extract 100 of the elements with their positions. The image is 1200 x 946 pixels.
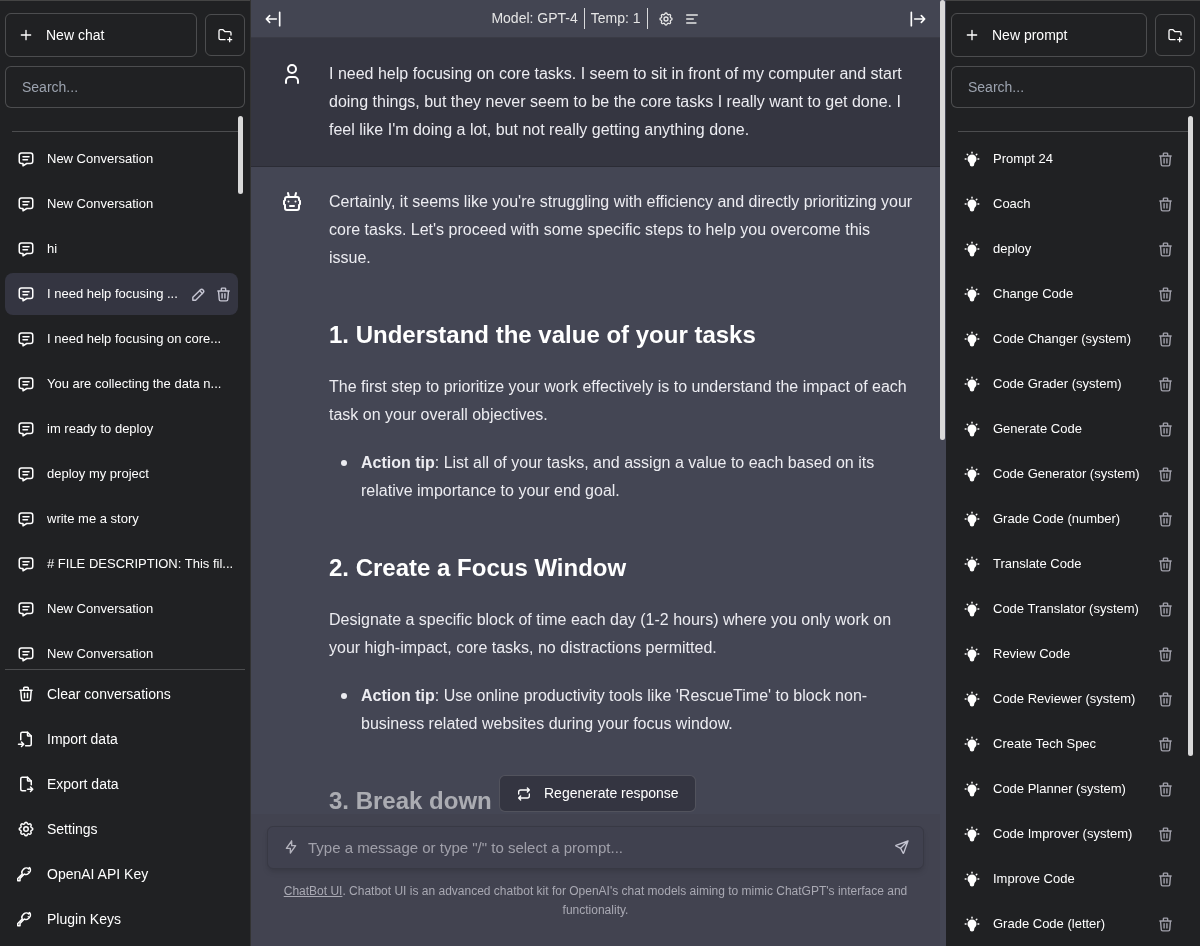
lightbulb-icon: [963, 375, 981, 393]
prompt-title: Grade Code (letter): [993, 915, 1106, 934]
trash-icon: [1157, 555, 1174, 573]
scrollbar[interactable]: [940, 0, 945, 440]
prompt-item[interactable]: Code Improver (system): [951, 813, 1186, 855]
new-folder-button[interactable]: [1155, 14, 1195, 56]
prompt-title: Create Tech Spec: [993, 735, 1098, 754]
menu-item[interactable]: Export data: [5, 763, 245, 805]
new-prompt-button[interactable]: New prompt: [951, 13, 1147, 57]
prompt-title: Code Reviewer (system): [993, 690, 1137, 709]
prompt-item[interactable]: Grade Code (number): [951, 498, 1186, 540]
prompt-item[interactable]: Change Code: [951, 273, 1186, 315]
conversation-item[interactable]: New Conversation: [5, 588, 238, 630]
trash-icon: [1157, 465, 1174, 483]
menu-item[interactable]: Clear conversations: [5, 673, 245, 715]
lightbulb-icon: [963, 870, 981, 888]
repeat-icon: [516, 785, 532, 802]
chat-bubble-icon: [17, 195, 35, 213]
regenerate-button[interactable]: Regenerate response: [499, 775, 696, 812]
lightbulb-icon: [963, 195, 981, 213]
temperature-label: Temp: 1: [584, 8, 648, 29]
trash-icon: [1157, 330, 1174, 348]
search-field[interactable]: Search...: [5, 66, 245, 108]
chat-bubble-icon: [17, 150, 35, 168]
conversation-item[interactable]: You are collecting the data n...: [5, 363, 238, 405]
new-folder-button[interactable]: [205, 14, 245, 56]
chat-bubble-icon: [17, 555, 35, 573]
menu-item[interactable]: Import data: [5, 718, 245, 760]
prompt-item[interactable]: Code Translator (system): [951, 588, 1186, 630]
trash-icon: [1157, 150, 1174, 168]
prompt-item[interactable]: Create Tech Spec: [951, 723, 1186, 765]
prompt-item[interactable]: Generate Code: [951, 408, 1186, 450]
chat-bubble-icon: [17, 645, 35, 663]
conversation-item[interactable]: hi: [5, 228, 238, 270]
message-text: Designate a specific block of time each day (1-2 hours) where you only work on your high-impact, core tasks, no distractions permitted.: [329, 610, 893, 658]
prompt-item[interactable]: Code Reviewer (system): [951, 678, 1186, 720]
settings-icon: [657, 10, 674, 27]
conversation-item[interactable]: deploy my project: [5, 453, 238, 495]
lightbulb-icon: [963, 600, 981, 618]
trash-icon: [1157, 690, 1174, 708]
lightbulb-icon: [963, 510, 981, 528]
prompt-title: Code Improver (system): [993, 825, 1134, 844]
trash-icon: [17, 685, 35, 703]
chat-bubble-icon: [17, 375, 35, 393]
lightbulb-icon: [963, 915, 981, 933]
conversation-item[interactable]: New Conversation: [5, 633, 238, 669]
prompt-item[interactable]: Code Generator (system): [951, 453, 1186, 495]
chat-bubble-icon: [17, 285, 35, 303]
conversation-item[interactable]: write me a story: [5, 498, 238, 540]
prompt-title: Code Generator (system): [993, 465, 1141, 484]
scrollbar[interactable]: [238, 116, 243, 194]
send-button[interactable]: [894, 839, 910, 855]
conversation-title: I need help focusing on core...: [47, 330, 223, 349]
conversation-item[interactable]: New Conversation: [5, 183, 238, 225]
conversation-item[interactable]: # FILE DESCRIPTION: This fil...: [5, 543, 238, 585]
trash-icon: [1157, 780, 1174, 798]
prompt-item[interactable]: Translate Code: [951, 543, 1186, 585]
message-input[interactable]: Type a message or type "/" to select a prompt...: [267, 826, 924, 869]
list-item-text: Action tip: Use online productivity tools like 'RescueTime' to block non-business related websites during your focus window.: [361, 686, 869, 734]
conversation-title: # FILE DESCRIPTION: This fil...: [47, 555, 234, 574]
prompt-item[interactable]: Grade Code (letter): [951, 903, 1186, 945]
trash-icon: [214, 285, 232, 303]
menu-item[interactable]: OpenAI API Key: [5, 853, 245, 895]
trash-icon: [1157, 240, 1174, 258]
new-chat-button[interactable]: New chat: [5, 13, 197, 57]
lightbulb-icon: [963, 735, 981, 753]
search-field[interactable]: Search...: [951, 66, 1195, 108]
lightbulb-icon: [963, 420, 981, 438]
trash-icon: [1157, 600, 1174, 618]
section-heading: 3. Break down: [329, 786, 492, 814]
conversation-item[interactable]: New Conversation: [5, 138, 238, 180]
settings-button[interactable]: [657, 10, 674, 27]
menu-item[interactable]: Settings: [5, 808, 245, 850]
prompt-item[interactable]: Code Grader (system): [951, 363, 1186, 405]
prompt-item[interactable]: Improve Code: [951, 858, 1186, 900]
trash-icon: [1157, 915, 1174, 933]
settings-icon: [17, 820, 35, 838]
conversation-item[interactable]: I need help focusing on core...: [5, 318, 238, 360]
folder-plus-icon: [217, 27, 233, 43]
prompt-title: Prompt 24: [993, 150, 1054, 169]
prompt-item[interactable]: Review Code: [951, 633, 1186, 675]
menu-item[interactable]: Plugin Keys: [5, 898, 245, 940]
message-text: I need help focusing on core tasks. I seem to sit in front of my computer and start doing things, but they never seem to be the core tasks I really want to get done. I feel like I'm doing a lot, but not really getting anything done.: [329, 64, 903, 140]
prompt-title: Code Changer (system): [993, 330, 1132, 349]
prompt-title: Change Code: [993, 285, 1075, 304]
prompt-item[interactable]: Prompt 24: [951, 138, 1186, 180]
trash-icon: [1157, 825, 1174, 843]
lightbulb-icon: [963, 825, 981, 843]
conversation-item[interactable]: I need help focusing ...: [5, 273, 238, 315]
robot-icon: [280, 190, 304, 214]
prompt-item[interactable]: deploy: [951, 228, 1186, 270]
prompt-title: Improve Code: [993, 870, 1076, 889]
scrollbar[interactable]: [1188, 116, 1193, 756]
prompt-item[interactable]: Coach: [951, 183, 1186, 225]
prompt-item[interactable]: Code Planner (system): [951, 768, 1186, 810]
prompt-item[interactable]: Code Changer (system): [951, 318, 1186, 360]
trash-icon: [1157, 285, 1174, 303]
conversation-item[interactable]: im ready to deploy: [5, 408, 238, 450]
lightbulb-icon: [963, 645, 981, 663]
lightbulb-icon: [963, 690, 981, 708]
